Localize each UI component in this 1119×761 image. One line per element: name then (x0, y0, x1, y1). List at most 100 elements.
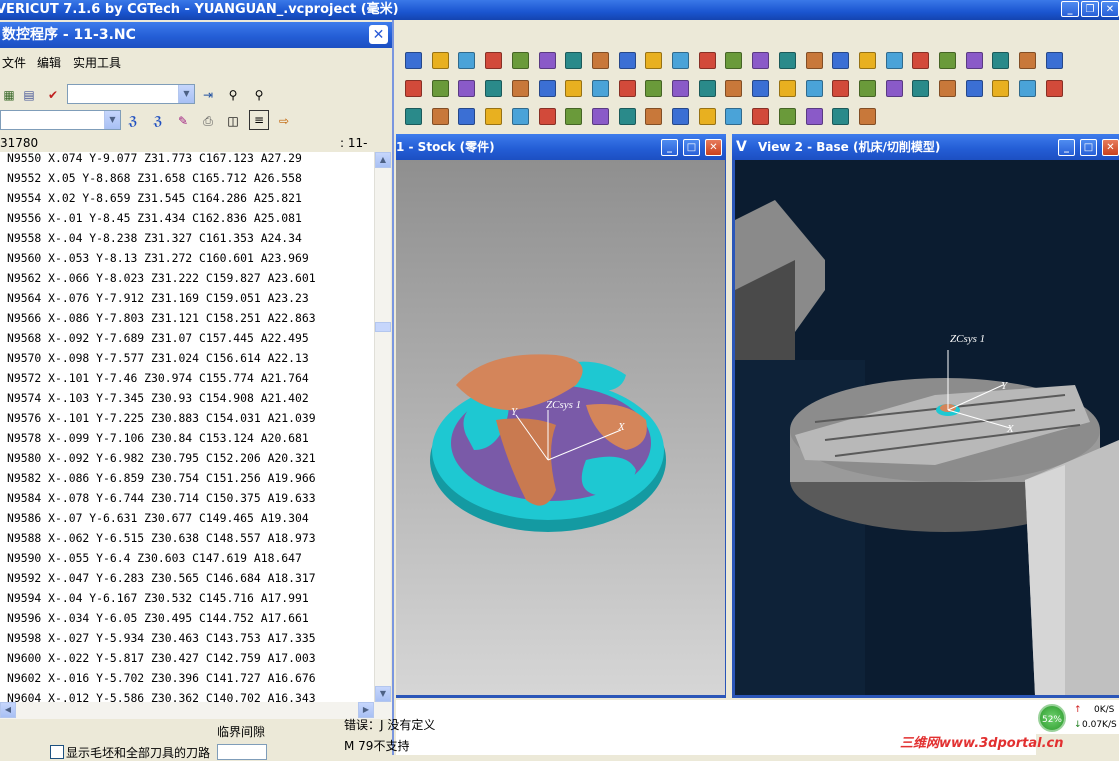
nc-line[interactable]: N9600 X-.022 Y-5.817 Z30.427 C142.759 A1… (7, 648, 316, 668)
toolbar-shield-icon[interactable] (645, 52, 663, 69)
toolbar-import-icon[interactable] (485, 52, 503, 69)
toolbar-open-icon[interactable] (698, 108, 716, 125)
minimize-icon[interactable]: _ (1061, 1, 1079, 17)
nc-line[interactable]: N9578 X-.099 Y-7.106 Z30.84 C153.124 A20… (7, 428, 309, 448)
nc-line[interactable]: N9596 X-.034 Y-6.05 Z30.495 C144.752 A17… (7, 608, 309, 628)
toolbar-review-icon[interactable] (672, 80, 689, 97)
menu-edit[interactable]: 编辑 (37, 52, 61, 74)
edit-icon[interactable]: ✎ (174, 112, 192, 130)
nc-line[interactable]: N9588 X-.062 Y-6.515 Z30.638 C148.557 A1… (7, 528, 316, 548)
nc-goto-combo[interactable]: ▼ (0, 110, 121, 130)
nc-line[interactable]: N9558 X-.04 Y-8.238 Z31.327 C161.353 A24… (7, 228, 302, 248)
toolbar-view-icon[interactable] (805, 80, 823, 97)
nc-line[interactable]: N9576 X-.101 Y-7.225 Z30.883 C154.031 A2… (7, 408, 316, 428)
toolbar-sync-icon[interactable] (965, 52, 983, 69)
toolbar-snap-icon[interactable] (752, 80, 770, 97)
toolbar-project-icon[interactable] (405, 52, 422, 69)
toolbar-save-icon[interactable] (912, 80, 930, 97)
close-icon[interactable]: ✕ (1102, 139, 1119, 156)
minimize-icon[interactable]: _ (1058, 139, 1075, 156)
toolbar-project-icon[interactable] (1045, 52, 1063, 69)
toolbar-sync-icon[interactable] (591, 108, 609, 125)
toolbar-merge-icon[interactable] (672, 52, 689, 69)
toolbar-align-icon[interactable] (832, 80, 850, 97)
toolbar-nc-icon[interactable] (965, 80, 983, 97)
toolbar-check-icon[interactable] (591, 80, 609, 97)
restore-icon[interactable]: ❐ (1081, 1, 1099, 17)
nc-vertical-scrollbar[interactable]: ▲ ▼ (374, 152, 391, 702)
maximize-icon[interactable]: □ (1080, 139, 1097, 156)
toolbar-disk-icon[interactable] (431, 108, 449, 125)
list-view-icon[interactable]: ≡ (249, 110, 269, 130)
toolbar-model-icon[interactable] (858, 108, 876, 125)
toolbar-save-icon[interactable] (725, 108, 743, 125)
nc-line[interactable]: N9560 X-.053 Y-8.13 Z31.272 C160.601 A23… (7, 248, 309, 268)
machine-view-canvas[interactable]: ZCsys 1 X Y (735, 160, 1119, 695)
toolbar-merge-icon[interactable] (485, 80, 503, 97)
toolbar-stock-icon[interactable] (992, 80, 1010, 97)
toolbar-view-icon[interactable] (618, 108, 636, 125)
toolbar-apt-icon[interactable] (538, 80, 556, 97)
nc-line[interactable]: N9566 X-.086 Y-7.803 Z31.121 C158.251 A2… (7, 308, 316, 328)
maximize-icon[interactable]: □ (683, 139, 700, 156)
clearance-input[interactable] (217, 744, 267, 760)
nc-line[interactable]: N9602 X-.016 Y-5.702 Z30.396 C141.727 A1… (7, 668, 316, 688)
toolbar-setup-icon[interactable] (618, 52, 636, 69)
toolbar-disk-icon[interactable] (805, 52, 823, 69)
toolbar-project-icon[interactable] (672, 108, 689, 125)
nc-line[interactable]: N9586 X-.07 Y-6.631 Z30.677 C149.465 A19… (7, 508, 309, 528)
nc-search-combo[interactable]: ▼ (67, 84, 195, 104)
nc-listing[interactable]: N9550 X.074 Y-9.077 Z31.773 C167.123 A27… (0, 152, 374, 702)
chevron-down-icon[interactable]: ▼ (104, 111, 120, 129)
toolbar-shield-icon[interactable] (458, 80, 476, 97)
toolbar-trace-icon[interactable] (885, 52, 903, 69)
nc-line[interactable]: N9574 X-.103 Y-7.345 Z30.93 C154.908 A21… (7, 388, 309, 408)
toolbar-review-icon[interactable] (858, 52, 876, 69)
toolbar-fixture-icon[interactable] (832, 108, 850, 125)
toolbar-model-icon[interactable] (591, 52, 609, 69)
scroll-up-icon[interactable]: ▲ (375, 152, 391, 168)
binoculars-icon[interactable]: ⚲ (224, 86, 242, 104)
nc-line[interactable]: N9564 X-.076 Y-7.912 Z31.169 C159.051 A2… (7, 288, 309, 308)
toolbar-setup-icon[interactable] (431, 80, 449, 97)
nc-line[interactable]: N9570 X-.098 Y-7.577 Z31.024 C156.614 A2… (7, 348, 309, 368)
nc-line[interactable]: N9580 X-.092 Y-6.982 Z30.795 C152.206 A2… (7, 448, 316, 468)
nc-line[interactable]: N9556 X-.01 Y-8.45 Z31.434 C162.836 A25.… (7, 208, 302, 228)
toolbar-compare-icon[interactable] (832, 52, 850, 69)
toolbar-trace-icon[interactable] (511, 108, 529, 125)
show-toolpath-checkbox[interactable] (50, 745, 64, 759)
toolbar-import-icon[interactable] (939, 80, 956, 97)
scroll-left-icon[interactable]: ◀ (0, 702, 16, 718)
toolbar-grid-icon[interactable] (725, 80, 743, 97)
nc-line[interactable]: N9584 X-.078 Y-6.744 Z30.714 C150.375 A1… (7, 488, 316, 508)
step-back-icon[interactable]: ℨ (149, 112, 167, 130)
toolbar-tool-icon[interactable] (752, 52, 770, 69)
nc-open-icon[interactable]: ▦ (0, 86, 18, 104)
toolbar-stock-icon[interactable] (538, 52, 556, 69)
close-icon[interactable]: ✕ (705, 139, 722, 156)
toolbar-nc-icon[interactable] (778, 108, 796, 125)
toolbar-open-icon[interactable] (431, 52, 449, 69)
nc-save-icon[interactable]: ▤ (20, 86, 38, 104)
nc-line[interactable]: N9582 X-.086 Y-6.859 Z30.754 C151.256 A1… (7, 468, 316, 488)
nc-line[interactable]: N9592 X-.047 Y-6.283 Z30.565 C146.684 A1… (7, 568, 316, 588)
nc-panel-close-icon[interactable]: ✕ (369, 25, 388, 44)
exit-icon[interactable]: ⇨ (275, 112, 293, 130)
nc-line[interactable]: N9604 X-.012 Y-5.586 Z30.362 C140.702 A1… (7, 688, 316, 702)
toolbar-align-icon[interactable] (1019, 52, 1037, 69)
toolbar-model-icon[interactable] (1045, 80, 1063, 97)
scroll-down-icon[interactable]: ▼ (375, 686, 391, 702)
toolbar-check-icon[interactable] (778, 52, 796, 69)
toolbar-stock-icon[interactable] (805, 108, 823, 125)
toolbar-check-icon[interactable] (405, 108, 422, 125)
toolbar-compare-icon[interactable] (458, 108, 476, 125)
toolbar-import-icon[interactable] (752, 108, 770, 125)
toolbar-trace-icon[interactable] (698, 80, 716, 97)
menu-file[interactable]: 文件 (2, 52, 26, 74)
minimize-icon[interactable]: _ (661, 139, 678, 156)
toolbar-grid-icon[interactable] (538, 108, 556, 125)
toolbar-view-icon[interactable] (992, 52, 1010, 69)
toolbar-nc-icon[interactable] (511, 52, 529, 69)
split-view-icon[interactable]: ◫ (224, 112, 242, 130)
nc-line[interactable]: N9568 X-.092 Y-7.689 Z31.07 C157.445 A22… (7, 328, 309, 348)
